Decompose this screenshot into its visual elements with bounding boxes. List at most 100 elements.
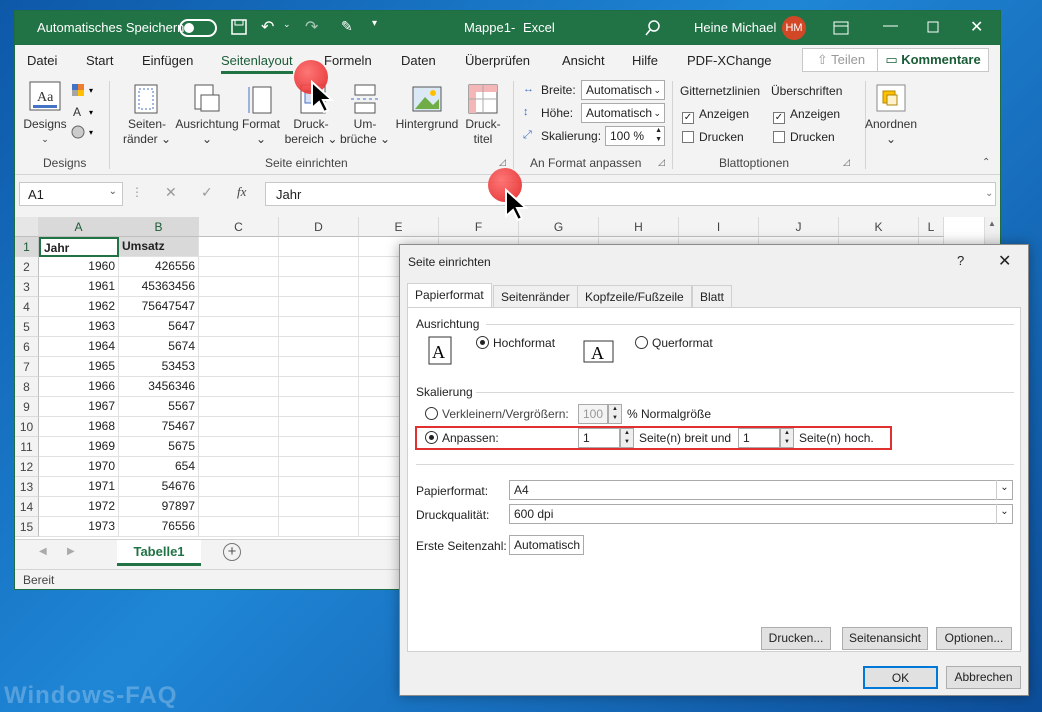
first-page-number-input[interactable]: Automatisch [509, 535, 584, 555]
row-header[interactable]: 2 [15, 257, 39, 277]
data-cell[interactable]: 1968 [39, 417, 119, 437]
empty-cell[interactable] [279, 297, 359, 317]
row-header[interactable]: 11 [15, 437, 39, 457]
size-icon[interactable] [245, 83, 277, 115]
empty-cell[interactable] [199, 237, 279, 257]
height-select[interactable]: Automatisch ⌄ [581, 103, 665, 123]
arrange-label[interactable]: Anordnen ⌄ [861, 117, 921, 147]
designs-icon[interactable]: Aa [29, 81, 61, 113]
tab-start[interactable]: Start [86, 53, 113, 68]
print-preview-button[interactable]: Seitenansicht [842, 627, 928, 650]
empty-cell[interactable] [199, 317, 279, 337]
data-cell[interactable]: 5675 [119, 437, 199, 457]
empty-cell[interactable] [279, 257, 359, 277]
undo-dropdown-icon[interactable]: ⌄ [283, 19, 291, 30]
collapse-ribbon-icon[interactable]: ⌃ [982, 157, 990, 168]
data-cell[interactable]: 3456346 [119, 377, 199, 397]
breaks-icon[interactable] [349, 83, 381, 115]
empty-cell[interactable] [279, 357, 359, 377]
breaks-label[interactable]: Um-brüche ⌄ [337, 117, 393, 147]
empty-cell[interactable] [199, 517, 279, 537]
scale-launcher-icon[interactable]: ◿ [658, 157, 665, 168]
background-label[interactable]: Hintergrund [391, 117, 463, 132]
size-label[interactable]: Format ⌄ [239, 117, 283, 147]
data-cell[interactable]: 1963 [39, 317, 119, 337]
print-area-label[interactable]: Druck-bereich ⌄ [283, 117, 339, 147]
scale-radio[interactable]: Verkleinern/Vergrößern: [425, 407, 569, 421]
tab-einfuegen[interactable]: Einfügen [142, 53, 193, 68]
header-cell[interactable]: Jahr [39, 237, 119, 257]
tab-seitenraender[interactable]: Seitenränder [493, 285, 578, 307]
data-cell[interactable]: 5674 [119, 337, 199, 357]
paper-size-select[interactable]: A4 ⌄ [509, 480, 1013, 500]
row-header[interactable]: 12 [15, 457, 39, 477]
column-header-h[interactable]: H [599, 217, 679, 237]
help-icon[interactable]: ? [957, 253, 964, 268]
empty-cell[interactable] [199, 357, 279, 377]
empty-cell[interactable] [279, 317, 359, 337]
print-titles-label[interactable]: Druck-titel [461, 117, 505, 147]
row-header[interactable]: 13 [15, 477, 39, 497]
comments-button[interactable]: ▭ Kommentare [877, 48, 989, 72]
column-header-b[interactable]: B [119, 217, 199, 237]
empty-cell[interactable] [199, 497, 279, 517]
sign-icon[interactable]: ✎ [341, 18, 353, 35]
pages-wide-spinner[interactable]: ▲ ▼ [620, 428, 634, 448]
data-cell[interactable]: 426556 [119, 257, 199, 277]
empty-cell[interactable] [199, 417, 279, 437]
column-header-i[interactable]: I [679, 217, 759, 237]
redo-icon[interactable]: ↷ [305, 17, 318, 37]
row-header[interactable]: 7 [15, 357, 39, 377]
options-button[interactable]: Optionen... [936, 627, 1012, 650]
data-cell[interactable]: 1967 [39, 397, 119, 417]
name-box[interactable]: A1 ⌄ [19, 182, 123, 206]
fit-to-radio[interactable]: Anpassen: [425, 431, 499, 445]
confirm-icon[interactable]: ✓ [201, 184, 213, 201]
column-header-g[interactable]: G [519, 217, 599, 237]
autosave-toggle[interactable] [179, 19, 217, 37]
empty-cell[interactable] [279, 437, 359, 457]
column-header-d[interactable]: D [279, 217, 359, 237]
row-header[interactable]: 4 [15, 297, 39, 317]
row-header[interactable]: 10 [15, 417, 39, 437]
empty-cell[interactable] [199, 477, 279, 497]
print-titles-icon[interactable] [467, 83, 499, 115]
designs-dropdown-icon[interactable]: ⌄ [37, 132, 53, 147]
data-cell[interactable]: 1973 [39, 517, 119, 537]
row-header[interactable]: 6 [15, 337, 39, 357]
minimize-icon[interactable]: — [883, 17, 898, 34]
share-button[interactable]: ⇧ Teilen [802, 48, 880, 72]
tab-ansicht[interactable]: Ansicht [562, 53, 605, 68]
row-header[interactable]: 14 [15, 497, 39, 517]
theme-options-icons[interactable]: A ▾ ▾ ▾ [71, 83, 101, 143]
portrait-radio[interactable]: Hochformat [476, 336, 555, 350]
row-header[interactable]: 9 [15, 397, 39, 417]
row-header[interactable]: 1 [15, 237, 39, 257]
data-cell[interactable]: 654 [119, 457, 199, 477]
add-sheet-icon[interactable]: + [223, 543, 241, 561]
select-all-corner[interactable] [15, 217, 39, 237]
empty-cell[interactable] [199, 297, 279, 317]
cancel-button[interactable]: Abbrechen [946, 666, 1021, 689]
maximize-icon[interactable] [927, 21, 939, 33]
sheet-tab[interactable]: Tabelle1 [117, 540, 201, 566]
data-cell[interactable]: 54676 [119, 477, 199, 497]
empty-cell[interactable] [199, 337, 279, 357]
tab-formeln[interactable]: Formeln [324, 53, 372, 68]
empty-cell[interactable] [199, 397, 279, 417]
data-cell[interactable]: 75467 [119, 417, 199, 437]
pages-tall-input[interactable]: 1 [738, 428, 780, 448]
tab-seitenlayout[interactable]: Seitenlayout [221, 53, 293, 74]
column-header-l[interactable]: L [919, 217, 944, 237]
landscape-radio[interactable]: Querformat [635, 336, 713, 350]
data-cell[interactable]: 53453 [119, 357, 199, 377]
gridlines-view-checkbox[interactable]: ✓ Anzeigen [682, 107, 749, 124]
gridlines-print-checkbox[interactable]: Drucken [682, 130, 744, 144]
data-cell[interactable]: 5647 [119, 317, 199, 337]
margins-label[interactable]: Seiten-ränder ⌄ [119, 117, 175, 147]
close-icon[interactable]: ✕ [970, 17, 983, 37]
data-cell[interactable]: 1971 [39, 477, 119, 497]
column-header-k[interactable]: K [839, 217, 919, 237]
data-cell[interactable]: 97897 [119, 497, 199, 517]
empty-cell[interactable] [199, 377, 279, 397]
